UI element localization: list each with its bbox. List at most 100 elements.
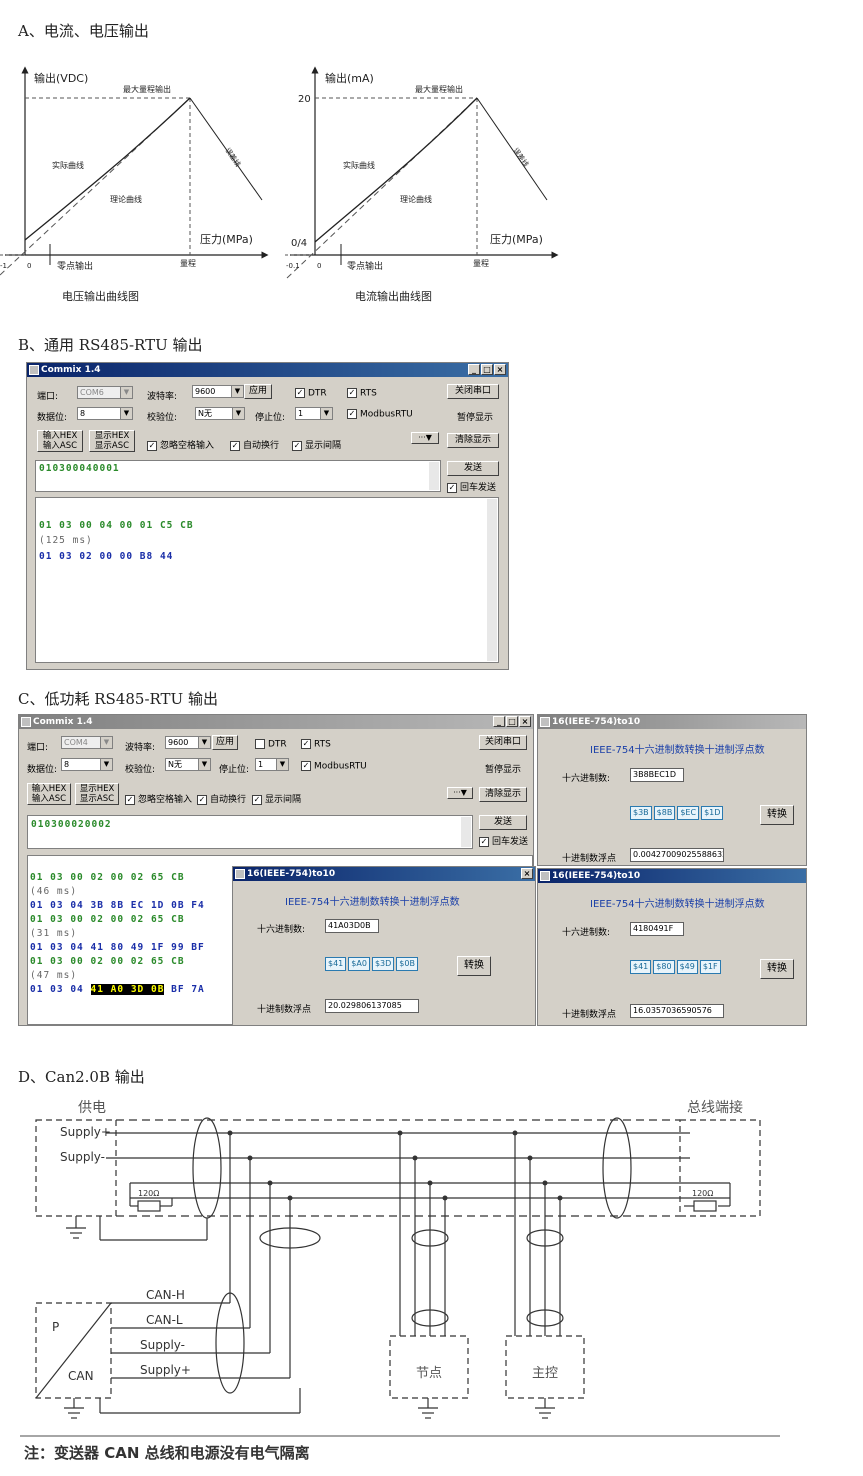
close-port-button[interactable]: 关闭串口 xyxy=(447,384,499,399)
section-d-title: D、Can2.0B 输出 xyxy=(18,1068,145,1086)
baud-label: 波特率: xyxy=(125,743,156,753)
auto-wrap-checkbox[interactable]: ✓ 自动换行 xyxy=(197,792,246,805)
chevron-down-icon: ▼ xyxy=(100,759,112,770)
x-axis-label: 压力(MPa) xyxy=(490,233,543,246)
received-line: 01 03 00 02 00 02 65 CB xyxy=(30,872,185,883)
data-bits-select[interactable]: 8 ▼ xyxy=(61,758,113,771)
send-button[interactable]: 发送 xyxy=(479,815,527,830)
byte-box: $0B xyxy=(396,957,418,971)
supply-minus-label: Supply- xyxy=(140,1338,185,1352)
close-icon[interactable]: × xyxy=(521,868,533,879)
current-output-chart: 输出(mA) 20 0/4 最大量程输出 实际曲线 理论曲线 误差线 压力(MP… xyxy=(285,66,559,303)
app-icon xyxy=(540,717,550,727)
window-title: 16(IEEE-754)to10 xyxy=(247,869,336,879)
baud-select[interactable]: 9600 ▼ xyxy=(192,385,244,398)
port-label: 端口: xyxy=(27,743,49,753)
dtr-checkbox[interactable]: ✓ DTR xyxy=(295,388,327,399)
more-button[interactable]: ···▼ xyxy=(447,787,473,799)
baud-select[interactable]: 9600 ▼ xyxy=(165,736,211,749)
cr-send-checkbox[interactable]: ✓ 回车发送 xyxy=(447,480,496,493)
received-line: 01 03 00 04 00 01 C5 CB xyxy=(39,520,194,531)
close-icon[interactable]: × xyxy=(494,364,506,375)
zero-output-label: 零点输出 xyxy=(347,260,383,272)
master-label: 主控 xyxy=(532,1366,558,1381)
overload-label: 误差线 xyxy=(223,146,242,168)
scrollbar[interactable] xyxy=(461,817,471,847)
hex-label: 十六进制数: xyxy=(562,774,611,784)
port-select[interactable]: COM4 ▼ xyxy=(61,736,113,749)
cr-send-checkbox[interactable]: ✓ 回车发送 xyxy=(479,834,528,847)
modbus-checkbox[interactable]: ✓ ModbusRTU xyxy=(301,761,367,772)
stop-bits-select[interactable]: 1 ▼ xyxy=(295,407,333,420)
window-title: Commix 1.4 xyxy=(33,717,93,727)
maximize-icon[interactable]: □ xyxy=(481,364,493,375)
chevron-down-icon: ▼ xyxy=(120,408,132,419)
send-input[interactable]: 010300040001 xyxy=(35,460,441,492)
stop-bits-select[interactable]: 1 ▼ xyxy=(255,758,289,771)
stop-bits-label: 停止位: xyxy=(255,413,286,423)
node-label: 节点 xyxy=(416,1366,442,1381)
clear-display-button[interactable]: 清除显示 xyxy=(447,433,499,448)
pause-display-button[interactable]: 暂停显示 xyxy=(485,762,521,775)
rts-checkbox[interactable]: ✓ RTS xyxy=(301,739,331,750)
hex-input[interactable]: 4180491F xyxy=(630,922,684,936)
scrollbar[interactable] xyxy=(429,462,439,490)
hex-input[interactable]: 41A03D0B xyxy=(325,919,379,933)
float-output[interactable]: 0.00427009025588632 xyxy=(630,848,724,862)
send-input[interactable]: 010300020002 xyxy=(27,815,473,849)
parity-select[interactable]: N无 ▼ xyxy=(195,407,245,420)
show-interval-checkbox[interactable]: ✓ 显示间隔 xyxy=(252,792,301,805)
maximize-icon[interactable]: □ xyxy=(506,716,518,727)
float-output[interactable]: 16.0357036590576 xyxy=(630,1004,724,1018)
scrollbar[interactable] xyxy=(487,499,497,661)
hex-input[interactable]: 3B8BEC1D xyxy=(630,768,684,782)
parity-select[interactable]: N无 ▼ xyxy=(165,758,211,771)
max-range-label: 最大量程输出 xyxy=(123,84,171,94)
data-bits-select[interactable]: 8 ▼ xyxy=(77,407,133,420)
input-hex-toggle[interactable]: 输入HEX 输入ASC xyxy=(37,430,83,452)
byte-box: $49 xyxy=(676,960,698,974)
voltage-output-chart: 输出(VDC) 最大量程输出 实际曲线 理论曲线 误差线 压力(MPa) 0 -… xyxy=(0,66,269,303)
convert-button[interactable]: 转换 xyxy=(760,805,794,825)
section-a-title: A、电流、电压输出 xyxy=(18,22,149,40)
convert-button[interactable]: 转换 xyxy=(760,959,794,979)
y-top-tick: 20 xyxy=(298,94,311,105)
pause-display-button[interactable]: 暂停显示 xyxy=(457,410,493,423)
received-line: 01 03 00 02 00 02 65 CB xyxy=(30,956,185,967)
received-line: 01 03 00 02 00 02 65 CB xyxy=(30,914,185,925)
convert-button[interactable]: 转换 xyxy=(457,956,491,976)
apply-button[interactable]: 应用 xyxy=(212,735,238,750)
input-hex-toggle[interactable]: 输入HEX 输入ASC xyxy=(27,783,71,805)
y-axis-label: 输出(VDC) xyxy=(34,71,88,85)
dtr-checkbox[interactable]: DTR xyxy=(255,739,287,750)
send-button[interactable]: 发送 xyxy=(447,461,499,476)
port-label: 端口: xyxy=(37,392,59,402)
modbus-checkbox[interactable]: ✓ ModbusRTU xyxy=(347,409,413,420)
app-icon xyxy=(235,869,245,879)
ignore-space-checkbox[interactable]: ✓ 忽略空格输入 xyxy=(147,438,214,451)
show-hex-toggle[interactable]: 显示HEX 显示ASC xyxy=(75,783,119,805)
commix-window: Commix 1.4 _ □ × 端口: COM6 ▼ 波特率: 9600 ▼ 应用 ✓… xyxy=(26,362,509,670)
float-output[interactable]: 20.029806137085 xyxy=(325,999,419,1013)
ieee-converter-window-1: 16(IEEE-754)to10 IEEE-754十六进制数转换十进制浮点数 十… xyxy=(537,714,807,866)
show-interval-checkbox[interactable]: ✓ 显示间隔 xyxy=(292,438,341,451)
resistor-label: 120Ω xyxy=(138,1189,159,1198)
ieee-converter-window-3: 16(IEEE-754)to10 IEEE-754十六进制数转换十进制浮点数 十… xyxy=(537,868,807,1026)
ignore-space-checkbox[interactable]: ✓ 忽略空格输入 xyxy=(125,792,192,805)
converter-heading: IEEE-754十六进制数转换十进制浮点数 xyxy=(285,897,460,908)
more-button[interactable]: ···▼ xyxy=(411,432,439,444)
minimize-icon[interactable]: _ xyxy=(468,364,480,375)
range-label: 量程 xyxy=(180,259,196,268)
show-hex-toggle[interactable]: 显示HEX 显示ASC xyxy=(89,430,135,452)
apply-button[interactable]: 应用 xyxy=(244,384,272,399)
ieee-titlebar: 16(IEEE-754)to10 xyxy=(538,869,806,883)
clear-display-button[interactable]: 清除显示 xyxy=(479,787,527,802)
port-select[interactable]: COM6 ▼ xyxy=(77,386,133,399)
close-port-button[interactable]: 关闭串口 xyxy=(479,735,527,750)
receive-output: 01 03 00 04 00 01 C5 CB (125 ms) 01 03 0… xyxy=(35,497,499,663)
close-icon[interactable]: × xyxy=(519,716,531,727)
minimize-icon[interactable]: _ xyxy=(493,716,505,727)
actual-curve xyxy=(24,97,191,241)
rts-checkbox[interactable]: ✓ RTS xyxy=(347,388,377,399)
auto-wrap-checkbox[interactable]: ✓ 自动换行 xyxy=(230,438,279,451)
